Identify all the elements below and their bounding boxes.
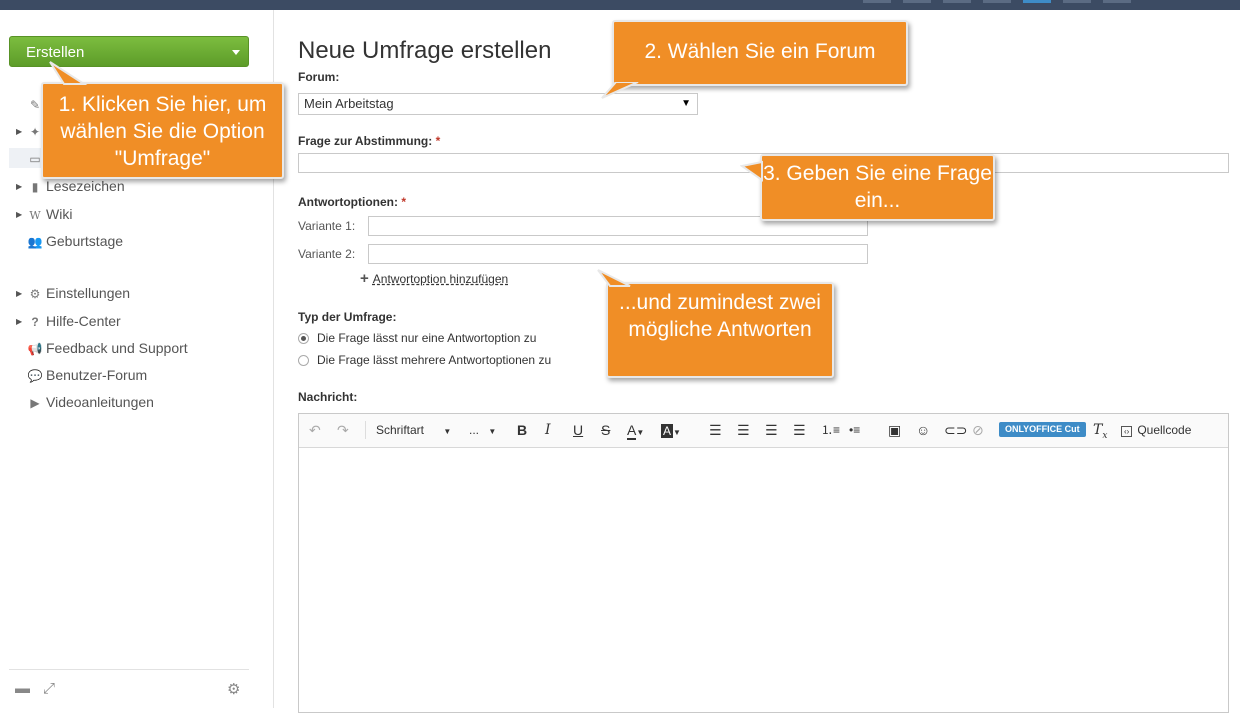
topbar-button[interactable] <box>1103 0 1131 3</box>
sidebar-item-label: Feedback und Support <box>46 340 188 356</box>
sidebar-item-label: Wiki <box>46 206 73 222</box>
redo-icon[interactable]: ↷ <box>337 422 349 438</box>
editor-toolbar: ↶ ↷ Schriftart ▼ ... ▼ B I U S A▼ A ▼ ☰ ☰… <box>299 414 1228 448</box>
underline-icon[interactable]: U <box>573 422 583 438</box>
align-center-icon[interactable]: ☰ <box>737 422 750 438</box>
sidebar-footer: ▬ ⤢ ⚙ <box>9 669 249 708</box>
onlyoffice-cut-button[interactable]: ONLYOFFICE Cut <box>999 422 1086 437</box>
sidebar-item-label: Lesezeichen <box>46 178 125 194</box>
unlink-icon[interactable]: ⊘ <box>972 422 984 438</box>
poll-type-single-option[interactable]: Die Frage lässt nur eine Antwortoption z… <box>298 331 536 345</box>
users-icon: 👥 <box>27 235 43 249</box>
bookmark-icon: ▮ <box>31 180 39 194</box>
megaphone-icon: 📢 <box>27 342 43 356</box>
italic-icon[interactable]: I <box>545 422 551 438</box>
image-icon[interactable]: ▣ <box>888 422 901 438</box>
sidebar-item-label: Hilfe-Center <box>46 313 121 329</box>
topbar-button[interactable] <box>983 0 1011 3</box>
expand-arrow-icon[interactable]: ▶ <box>16 122 26 142</box>
align-right-icon[interactable]: ☰ <box>765 422 778 438</box>
topbar-button[interactable] <box>943 0 971 3</box>
radio-multiple[interactable] <box>298 355 309 366</box>
radio-single[interactable] <box>298 333 309 344</box>
add-option-link[interactable]: + Antwortoption hinzufügen <box>360 270 508 287</box>
bullet-list-icon[interactable]: •≡ <box>849 422 860 438</box>
play-icon: ▶ <box>30 396 40 410</box>
question-label: Frage zur Abstimmung: * <box>298 134 441 148</box>
callout-step-3-pointer <box>740 160 763 182</box>
forum-select-value: Mein Arbeitstag <box>304 96 394 111</box>
undo-icon[interactable]: ↶ <box>309 422 321 438</box>
expand-arrow-icon[interactable]: ▶ <box>16 312 26 332</box>
plus-icon: + <box>360 270 369 287</box>
create-button-label: Erstellen <box>26 44 85 61</box>
message-label: Nachricht: <box>298 390 358 404</box>
expand-arrow-icon[interactable]: ▶ <box>16 205 26 225</box>
wiki-icon: W <box>29 209 41 222</box>
sidebar-item-user-forum[interactable]: 💬 Benutzer-Forum <box>16 365 148 385</box>
chevron-down-icon: ▼ <box>681 98 691 109</box>
strikethrough-icon[interactable]: S <box>601 422 610 438</box>
answers-label: Antwortoptionen: * <box>298 195 406 209</box>
sidebar-item-birthdays[interactable]: 👥 Geburtstage <box>16 231 124 251</box>
align-left-icon[interactable]: ☰ <box>709 422 722 438</box>
source-code-button[interactable]: ‹› Quellcode <box>1121 422 1191 440</box>
align-justify-icon[interactable]: ☰ <box>793 422 806 438</box>
chat-icon[interactable]: ▬ <box>15 680 30 697</box>
required-mark: * <box>435 134 441 148</box>
callout-step-1: 1. Klicken Sie hier, um wählen Sie die O… <box>41 82 284 179</box>
sidebar-item-video-guides[interactable]: ▶ Videoanleitungen <box>16 392 154 412</box>
smiley-icon[interactable]: ☺ <box>916 422 930 438</box>
sidebar-item-label: Geburtstage <box>46 233 124 249</box>
font-select[interactable]: Schriftart ▼ <box>376 422 451 440</box>
numbered-list-icon[interactable]: ⒈≡ <box>821 422 840 438</box>
clear-format-icon[interactable]: Tx <box>1093 422 1107 444</box>
sidebar-item-label: Benutzer-Forum <box>46 367 148 383</box>
callout-step-2-pointer <box>601 82 639 99</box>
sidebar-item-feedback[interactable]: 📢 Feedback und Support <box>16 338 188 358</box>
sidebar-item-label: Videoanleitungen <box>46 394 154 410</box>
expand-arrow-icon[interactable]: ▶ <box>16 177 26 197</box>
forum-label: Forum: <box>298 70 340 84</box>
topbar-button[interactable] <box>903 0 931 3</box>
background-color-icon[interactable]: A ▼ <box>661 422 681 441</box>
topbar-button[interactable] <box>863 0 891 3</box>
poll-type-multiple-option[interactable]: Die Frage lässt mehrere Antwortoptionen … <box>298 353 551 367</box>
font-size-select[interactable]: ... ▼ <box>469 422 496 440</box>
top-bar <box>0 0 1240 10</box>
poll-type-label: Typ der Umfrage: <box>298 310 397 324</box>
required-mark: * <box>401 195 406 209</box>
sidebar-item-label: Einstellungen <box>46 285 131 301</box>
sidebar-item-wiki[interactable]: ▶ W Wiki <box>16 204 72 224</box>
text-color-icon[interactable]: A▼ <box>627 422 644 441</box>
variant-2-label: Variante 2: <box>298 247 356 261</box>
expand-arrow-icon[interactable]: ▶ <box>16 284 26 304</box>
question-icon: ? <box>31 315 39 329</box>
message-editor[interactable]: ↶ ↷ Schriftart ▼ ... ▼ B I U S A▼ A ▼ ☰ ☰… <box>298 413 1229 713</box>
source-code-icon: ‹› <box>1121 426 1133 437</box>
topbar-button[interactable] <box>1023 0 1051 3</box>
chevron-down-icon[interactable] <box>232 50 240 55</box>
gear-icon[interactable]: ⚙ <box>227 680 240 698</box>
link-icon[interactable]: ⊂⊃ <box>944 422 967 438</box>
sidebar-item-bookmarks[interactable]: ▶ ▮ Lesezeichen <box>16 176 125 196</box>
callout-step-1-pointer <box>49 61 88 85</box>
callout-step-4: ...und zumindest zwei mögliche Antworten <box>606 282 834 378</box>
variant-2-input[interactable] <box>368 244 868 264</box>
gear-icon: ⚙ <box>29 287 41 301</box>
callout-step-3: 3. Geben Sie eine Frage ein... <box>760 154 995 221</box>
page-title: Neue Umfrage erstellen <box>298 37 552 64</box>
bold-icon[interactable]: B <box>517 422 527 438</box>
chat-bubble-icon: 💬 <box>27 369 43 383</box>
topbar-button[interactable] <box>1063 0 1091 3</box>
variant-1-label: Variante 1: <box>298 219 356 233</box>
callout-step-2: 2. Wählen Sie ein Forum <box>612 20 908 86</box>
expand-icon[interactable]: ⤢ <box>43 680 55 697</box>
callout-step-4-pointer <box>597 269 631 287</box>
sidebar-item-settings[interactable]: ▶ ⚙ Einstellungen <box>16 283 130 303</box>
sidebar-item-help-center[interactable]: ▶? Hilfe-Center <box>16 311 121 331</box>
